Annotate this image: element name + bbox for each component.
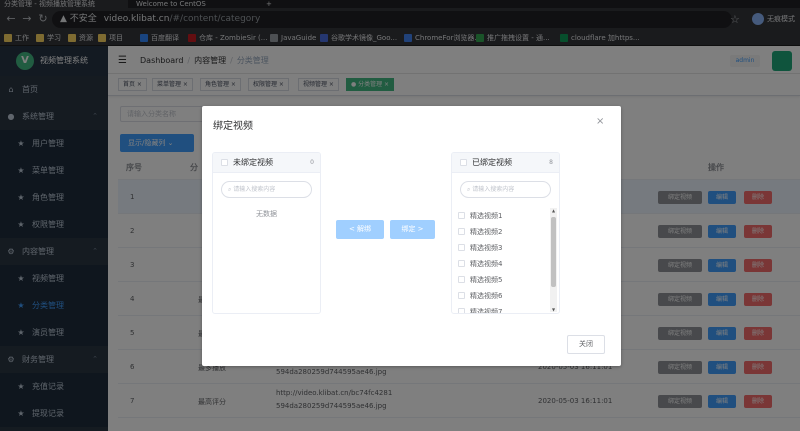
item-checkbox[interactable] xyxy=(458,260,465,267)
close-icon[interactable]: × xyxy=(596,116,604,127)
unbound-search-input[interactable]: ⌕ 请输入搜索内容 xyxy=(221,181,312,198)
item-label: 精选视频3 xyxy=(470,244,503,252)
empty-text: 无数据 xyxy=(256,210,277,218)
item-label: 精选视频4 xyxy=(470,260,503,268)
search-placeholder: 请输入搜索内容 xyxy=(472,186,515,193)
item-checkbox[interactable] xyxy=(458,228,465,235)
item-label: 精选视频6 xyxy=(470,292,503,300)
transfer-list-item[interactable]: 精选视频5 xyxy=(458,273,502,287)
bound-search-input[interactable]: ⌕ 请输入搜索内容 xyxy=(460,181,551,198)
scrollbar-thumb[interactable] xyxy=(551,217,556,287)
item-checkbox[interactable] xyxy=(458,212,465,219)
panel-header: 已绑定视频 8 xyxy=(452,153,559,173)
item-checkbox[interactable] xyxy=(458,276,465,283)
panel-title: 已绑定视频 xyxy=(472,158,512,167)
panel-title: 未绑定视频 xyxy=(233,158,273,167)
bound-videos-panel: 已绑定视频 8 ⌕ 请输入搜索内容 精选视频1 精选视频2 精选视频3 精选视频4 精选… xyxy=(451,152,560,314)
item-label: 精选视频7 xyxy=(470,308,503,314)
bind-button[interactable]: 绑定 > xyxy=(390,220,435,239)
item-checkbox[interactable] xyxy=(458,244,465,251)
panel-header: 未绑定视频 0 xyxy=(213,153,320,173)
transfer-list-item[interactable]: 精选视频7 xyxy=(458,305,503,314)
transfer-list-item[interactable]: 精选视频4 xyxy=(458,257,502,271)
scroll-down-icon[interactable]: ▼ xyxy=(550,307,557,312)
transfer-list-item[interactable]: 精选视频6 xyxy=(458,289,502,303)
item-label: 精选视频2 xyxy=(470,228,503,236)
unbind-button[interactable]: < 解绑 xyxy=(336,220,384,239)
item-label: 精选视频5 xyxy=(470,276,503,284)
scroll-up-icon[interactable]: ▲ xyxy=(550,208,557,213)
search-icon: ⌕ xyxy=(467,186,471,193)
select-all-checkbox[interactable] xyxy=(221,159,228,166)
bind-video-dialog: 绑定视频 × 未绑定视频 0 ⌕ 请输入搜索内容 无数据 < 解绑 绑定 > 已… xyxy=(202,106,621,366)
close-button[interactable]: 关闭 xyxy=(567,335,605,354)
transfer-list-item[interactable]: 精选视频2 xyxy=(458,225,502,239)
search-icon: ⌕ xyxy=(228,186,232,193)
select-all-checkbox[interactable] xyxy=(460,159,467,166)
transfer-list-item[interactable]: 精选视频3 xyxy=(458,241,502,255)
item-checkbox[interactable] xyxy=(458,308,465,313)
panel-count: 0 xyxy=(310,159,314,166)
dialog-title: 绑定视频 xyxy=(213,121,253,132)
item-checkbox[interactable] xyxy=(458,292,465,299)
transfer-list-item[interactable]: 精选视频1 xyxy=(458,209,502,223)
unbound-videos-panel: 未绑定视频 0 ⌕ 请输入搜索内容 无数据 xyxy=(212,152,321,314)
search-placeholder: 请输入搜索内容 xyxy=(233,186,276,193)
panel-count: 8 xyxy=(549,159,553,166)
item-label: 精选视频1 xyxy=(470,212,503,220)
scrollbar[interactable]: ▲ ▼ xyxy=(550,208,557,312)
